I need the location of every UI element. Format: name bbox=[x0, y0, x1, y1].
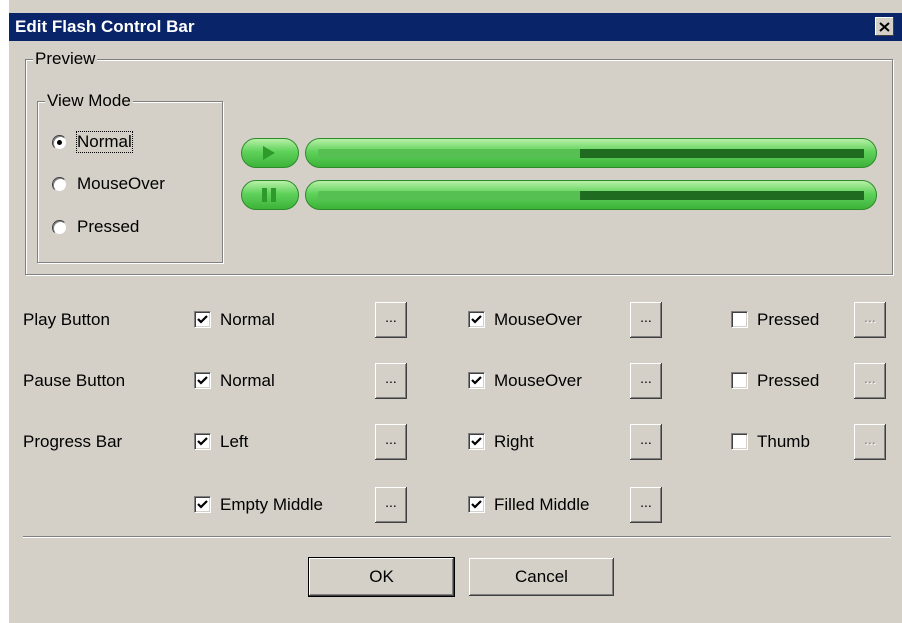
progress-bar-left-checkbox[interactable] bbox=[194, 433, 211, 450]
progress-bar-right-browse-button[interactable]: ... bbox=[630, 424, 662, 460]
pause-button-mouseover-label[interactable]: MouseOver bbox=[494, 371, 582, 391]
progress-bar-left-browse-button[interactable]: ... bbox=[375, 424, 407, 460]
play-button-mouseover-label[interactable]: MouseOver bbox=[494, 310, 582, 330]
progress-bar-thumb-browse-button[interactable]: ... bbox=[854, 424, 886, 460]
view-mode-label-mouseover[interactable]: MouseOver bbox=[77, 174, 165, 194]
check-icon bbox=[471, 376, 482, 385]
close-icon bbox=[879, 21, 890, 32]
row-label-progress-bar: Progress Bar bbox=[23, 432, 123, 451]
play-button-pressed-label[interactable]: Pressed bbox=[757, 310, 819, 330]
progress-bar-middle-empty-middle-label[interactable]: Empty Middle bbox=[220, 495, 323, 515]
progress-bar-thumb-label[interactable]: Thumb bbox=[757, 432, 810, 452]
view-mode-label-normal[interactable]: Normal bbox=[76, 131, 133, 153]
row-label-play-button: Play Button bbox=[23, 310, 110, 329]
play-button-normal-label[interactable]: Normal bbox=[220, 310, 275, 330]
view-mode-radio-mouseover[interactable] bbox=[52, 177, 67, 192]
progress-bar-middle-empty-middle-checkbox[interactable] bbox=[194, 496, 211, 513]
cancel-button[interactable]: Cancel bbox=[469, 558, 614, 596]
progress-bar-middle-filled-middle-label[interactable]: Filled Middle bbox=[494, 495, 589, 515]
pause-button-pressed-browse-button[interactable]: ... bbox=[854, 363, 886, 399]
progress-bar-thumb-checkbox[interactable] bbox=[731, 433, 748, 450]
check-icon bbox=[197, 437, 208, 446]
play-icon bbox=[263, 146, 275, 160]
view-mode-radio-pressed[interactable] bbox=[52, 220, 67, 235]
progress-bar-preview-1 bbox=[305, 138, 877, 168]
view-mode-label-pressed[interactable]: Pressed bbox=[77, 217, 139, 237]
progress-fill bbox=[580, 191, 864, 200]
play-button-pressed-checkbox[interactable] bbox=[731, 311, 748, 328]
progress-bar-left-label[interactable]: Left bbox=[220, 432, 248, 452]
row-label-pause-button: Pause Button bbox=[23, 371, 126, 390]
close-button[interactable] bbox=[875, 17, 894, 36]
check-icon bbox=[471, 500, 482, 509]
pause-icon bbox=[262, 188, 276, 202]
progress-bar-right-checkbox[interactable] bbox=[468, 433, 485, 450]
window-title: Edit Flash Control Bar bbox=[15, 17, 195, 36]
play-button-normal-checkbox[interactable] bbox=[194, 311, 211, 328]
check-icon bbox=[471, 315, 482, 324]
play-button-mouseover-checkbox[interactable] bbox=[468, 311, 485, 328]
progress-bar-middle-filled-middle-browse-button[interactable]: ... bbox=[630, 487, 662, 523]
play-button-pressed-browse-button[interactable]: ... bbox=[854, 302, 886, 338]
check-icon bbox=[197, 376, 208, 385]
pause-button-preview bbox=[241, 180, 299, 210]
progress-bar-middle-empty-middle-browse-button[interactable]: ... bbox=[375, 487, 407, 523]
preview-legend: Preview bbox=[33, 49, 98, 68]
progress-bar-right-label[interactable]: Right bbox=[494, 432, 534, 452]
progress-bar-preview-2 bbox=[305, 180, 877, 210]
separator bbox=[23, 536, 891, 538]
edit-flash-control-bar-dialog: Edit Flash Control Bar Preview View Mode… bbox=[9, 0, 902, 623]
pause-button-mouseover-browse-button[interactable]: ... bbox=[630, 363, 662, 399]
check-icon bbox=[197, 500, 208, 509]
pause-button-mouseover-checkbox[interactable] bbox=[468, 372, 485, 389]
ok-button[interactable]: OK bbox=[309, 558, 454, 596]
check-icon bbox=[471, 437, 482, 446]
play-button-normal-browse-button[interactable]: ... bbox=[375, 302, 407, 338]
play-button-preview bbox=[241, 138, 299, 168]
progress-fill bbox=[580, 149, 864, 158]
view-mode-radio-normal[interactable] bbox=[52, 135, 67, 150]
progress-bar-middle-filled-middle-checkbox[interactable] bbox=[468, 496, 485, 513]
pause-button-pressed-checkbox[interactable] bbox=[731, 372, 748, 389]
pause-button-normal-browse-button[interactable]: ... bbox=[375, 363, 407, 399]
check-icon bbox=[197, 315, 208, 324]
title-bar[interactable]: Edit Flash Control Bar bbox=[9, 13, 902, 41]
pause-button-normal-checkbox[interactable] bbox=[194, 372, 211, 389]
play-button-mouseover-browse-button[interactable]: ... bbox=[630, 302, 662, 338]
view-mode-legend: View Mode bbox=[45, 91, 133, 110]
pause-button-normal-label[interactable]: Normal bbox=[220, 371, 275, 391]
pause-button-pressed-label[interactable]: Pressed bbox=[757, 371, 819, 391]
